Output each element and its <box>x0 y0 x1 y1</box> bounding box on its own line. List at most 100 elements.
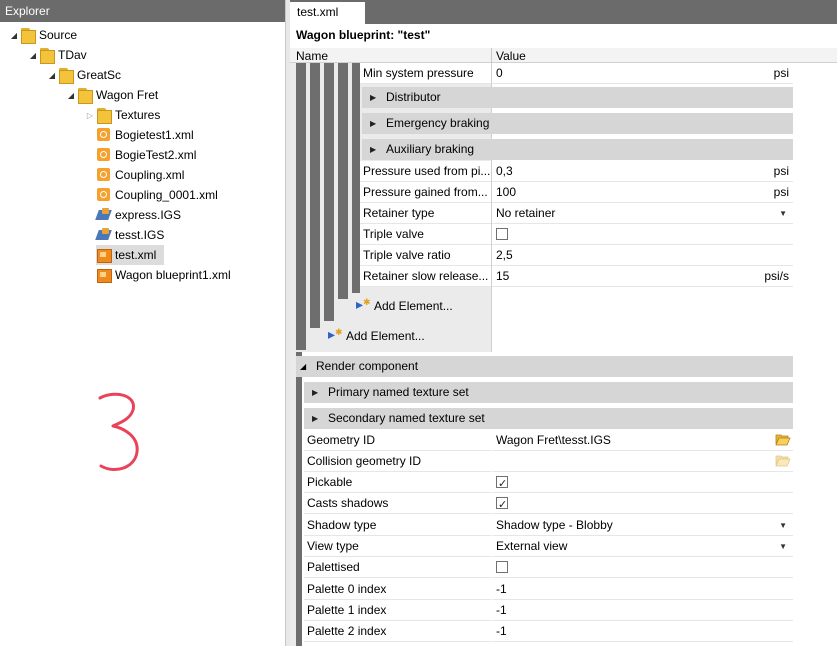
group-primary-texture-set[interactable]: ▶ Primary named texture set <box>304 382 793 403</box>
triple-valve-checkbox[interactable] <box>496 227 508 240</box>
property-name: Collision geometry ID <box>304 451 491 472</box>
folder-icon <box>20 28 36 44</box>
property-row[interactable]: Pickable <box>304 472 793 495</box>
tree-item-label: BogieTest2.xml <box>115 148 197 162</box>
property-row[interactable]: Pressure used from pi... 0,3 psi <box>360 161 793 182</box>
property-value-field[interactable]: 0 psi <box>492 63 793 84</box>
tree-item-tdav[interactable]: ◢ TDav <box>27 45 277 65</box>
shadow-type-select[interactable]: Shadow type - Blobby ▼ <box>492 515 793 536</box>
geometry-id-field[interactable]: Wagon Fret\tesst.IGS <box>492 430 793 451</box>
tree-item-file-selected[interactable]: test.xml <box>96 245 164 265</box>
property-value-field[interactable]: -1 <box>492 621 793 642</box>
expand-arrow-icon[interactable]: ▶ <box>370 87 376 108</box>
dropdown-arrow-icon[interactable]: ▼ <box>779 203 787 224</box>
property-value-field[interactable]: 15 psi/s <box>492 266 793 287</box>
add-element-label: Add Element... <box>346 329 425 343</box>
casts-shadows-checkbox[interactable] <box>496 495 508 516</box>
open-folder-icon[interactable] <box>775 433 791 446</box>
group-auxiliary-braking[interactable]: ▶ Auxiliary braking <box>362 139 793 160</box>
tree-item-textures[interactable]: ▷ Textures <box>84 105 274 125</box>
property-row[interactable]: Palette 1 index -1 <box>304 600 793 621</box>
expand-arrow-icon[interactable]: ◢ <box>8 31 20 40</box>
add-element-button[interactable]: Add Element... <box>356 296 453 313</box>
tree-item-label: test.xml <box>115 248 157 262</box>
column-header-value[interactable]: Value <box>496 49 526 63</box>
folder-icon <box>96 108 112 124</box>
tree-item-label: express.IGS <box>115 208 182 222</box>
property-value-field <box>492 493 793 516</box>
expand-arrow-icon[interactable]: ▶ <box>370 139 376 160</box>
property-row[interactable]: Palette 0 index -1 <box>304 579 793 600</box>
collapse-arrow-icon[interactable]: ◢ <box>300 356 306 377</box>
group-label: Distributor <box>386 90 441 104</box>
collision-geometry-field[interactable] <box>492 451 793 472</box>
property-row[interactable]: Pressure gained from... 100 psi <box>360 182 793 203</box>
pickable-checkbox[interactable] <box>496 474 508 495</box>
blueprint-file-icon <box>96 268 112 283</box>
column-divider[interactable] <box>491 48 492 63</box>
expand-arrow-icon[interactable]: ▶ <box>312 382 318 403</box>
tree-item-file[interactable]: tesst.IGS <box>96 225 274 245</box>
group-label: Emergency braking <box>386 116 490 130</box>
property-value: Wagon Fret\tesst.IGS <box>496 433 611 447</box>
grid-right-margin <box>793 63 837 646</box>
expand-arrow-icon[interactable]: ◢ <box>27 51 39 60</box>
tree-item-file[interactable]: Wagon blueprint1.xml <box>96 265 274 285</box>
expand-arrow-icon[interactable]: ◢ <box>65 91 77 100</box>
group-emergency-braking[interactable]: ▶ Emergency braking <box>362 113 793 134</box>
palettised-checkbox[interactable] <box>496 560 508 573</box>
tree-item-greatsc[interactable]: ◢ GreatSc <box>46 65 276 85</box>
group-secondary-texture-set[interactable]: ▶ Secondary named texture set <box>304 408 793 429</box>
expand-arrow-icon[interactable]: ▶ <box>370 113 376 134</box>
blueprint-file-icon <box>96 248 112 263</box>
property-row[interactable]: Casts shadows <box>304 493 793 516</box>
tree-item-file[interactable]: express.IGS <box>96 205 274 225</box>
property-row[interactable]: Min system pressure 0 psi <box>360 63 793 84</box>
property-row[interactable]: Palette 2 index -1 <box>304 621 793 642</box>
tree-item-source[interactable]: ◢ Source <box>8 25 278 45</box>
tree-item-file[interactable]: BogieTest2.xml <box>96 145 274 165</box>
dropdown-arrow-icon[interactable]: ▼ <box>779 515 787 536</box>
property-row[interactable]: Palettised <box>304 557 793 578</box>
property-value-field[interactable]: -1 <box>492 600 793 621</box>
folder-icon <box>58 68 74 84</box>
view-type-select[interactable]: External view ▼ <box>492 536 793 557</box>
property-row[interactable]: Retainer slow release... 15 psi/s <box>360 266 793 287</box>
add-element-icon <box>356 296 374 313</box>
property-value-field[interactable]: 2,5 <box>492 245 793 266</box>
explorer-panel: Explorer ◢ Source ◢ TDav ◢ GreatSc ◢ Wag… <box>0 0 285 646</box>
expand-arrow-icon[interactable]: ◢ <box>46 71 58 80</box>
property-row[interactable]: Shadow type Shadow type - Blobby ▼ <box>304 515 793 536</box>
collapse-arrow-icon[interactable]: ▷ <box>84 111 96 120</box>
tree-item-file[interactable]: Bogietest1.xml <box>96 125 274 145</box>
property-value-field[interactable]: -1 <box>492 579 793 600</box>
dropdown-arrow-icon[interactable]: ▼ <box>779 536 787 557</box>
property-value: -1 <box>496 603 507 617</box>
property-row[interactable]: Geometry ID Wagon Fret\tesst.IGS <box>304 430 793 451</box>
property-grid: Min system pressure 0 psi ▶ Distributor … <box>290 63 793 646</box>
property-row[interactable]: Retainer type No retainer ▼ <box>360 203 793 224</box>
expand-arrow-icon[interactable]: ▶ <box>312 408 318 429</box>
property-row[interactable]: Triple valve ratio 2,5 <box>360 245 793 266</box>
property-name: Palettised <box>304 557 491 578</box>
property-value-field[interactable]: 100 psi <box>492 182 793 203</box>
tree-item-label: Source <box>39 28 78 42</box>
nesting-bar <box>324 63 334 321</box>
group-distributor[interactable]: ▶ Distributor <box>362 87 793 108</box>
property-row[interactable]: Collision geometry ID <box>304 451 793 472</box>
property-row[interactable]: Triple valve <box>360 224 793 245</box>
property-value: No retainer <box>496 206 556 220</box>
tree-item-label: Coupling.xml <box>115 168 185 182</box>
tree-item-file[interactable]: Coupling.xml <box>96 165 274 185</box>
render-component-header[interactable]: ◢ Render component <box>296 356 793 377</box>
property-value: 15 <box>496 269 510 283</box>
tab-test-xml[interactable]: test.xml <box>290 2 365 24</box>
tree-item-wagon-fret[interactable]: ◢ Wagon Fret <box>65 85 275 105</box>
add-element-button[interactable]: Add Element... <box>328 326 425 343</box>
property-row[interactable]: View type External view ▼ <box>304 536 793 557</box>
retainer-type-select[interactable]: No retainer ▼ <box>492 203 793 224</box>
property-value-field[interactable]: 0,3 psi <box>492 161 793 182</box>
tree-item-file[interactable]: Coupling_0001.xml <box>96 185 274 205</box>
open-folder-icon[interactable] <box>775 454 791 467</box>
column-header-name[interactable]: Name <box>296 49 328 63</box>
